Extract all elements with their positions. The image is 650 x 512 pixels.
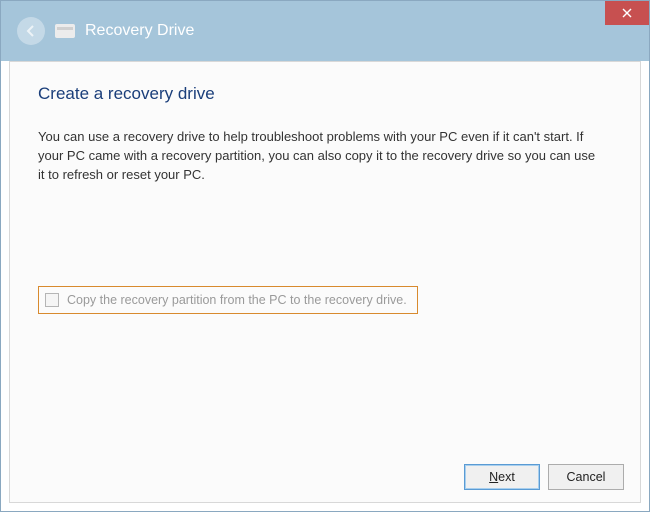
next-button[interactable]: Next xyxy=(464,464,540,490)
back-button[interactable] xyxy=(17,17,45,45)
back-arrow-icon xyxy=(24,24,38,38)
next-label-rest: ext xyxy=(498,470,515,484)
footer-buttons: Next Cancel xyxy=(464,464,624,490)
drive-icon xyxy=(55,24,75,38)
checkbox-label: Copy the recovery partition from the PC … xyxy=(67,293,407,307)
copy-partition-checkbox[interactable]: Copy the recovery partition from the PC … xyxy=(38,286,418,314)
window-title: Recovery Drive xyxy=(85,22,194,40)
content-area: Create a recovery drive You can use a re… xyxy=(9,61,641,503)
checkbox-icon xyxy=(45,293,59,307)
cancel-button[interactable]: Cancel xyxy=(548,464,624,490)
page-heading: Create a recovery drive xyxy=(38,84,612,104)
close-icon xyxy=(622,8,632,18)
titlebar: Recovery Drive xyxy=(1,1,649,61)
page-description: You can use a recovery drive to help tro… xyxy=(38,128,598,185)
next-accelerator: N xyxy=(489,470,498,484)
recovery-drive-window: Recovery Drive Create a recovery drive Y… xyxy=(0,0,650,512)
close-button[interactable] xyxy=(605,1,649,25)
